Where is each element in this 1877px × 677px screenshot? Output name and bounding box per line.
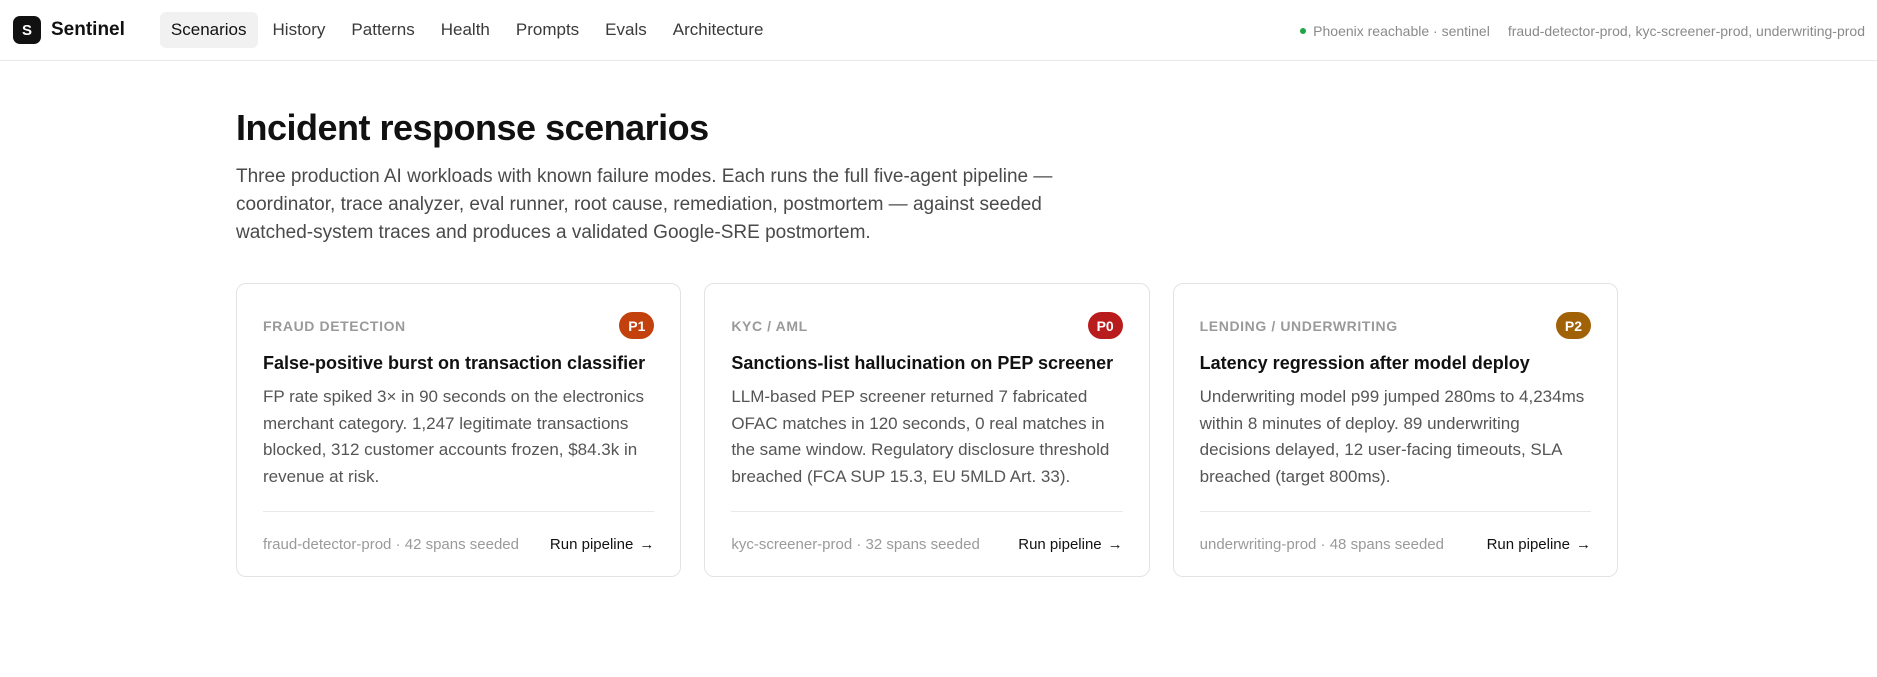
tab-prompts[interactable]: Prompts [505, 12, 590, 48]
tab-evals[interactable]: Evals [594, 12, 658, 48]
scenario-category: KYC / AML [731, 317, 808, 334]
scenario-description: LLM-based PEP screener returned 7 fabric… [731, 387, 1110, 486]
connection-status: Phoenix reachable · sentinel fraud-detec… [1300, 0, 1865, 61]
scenario-description: Underwriting model p99 jumped 280ms to 4… [1199, 387, 1585, 486]
arrow-right-icon: → [1107, 535, 1123, 553]
scenario-footer: kyc-screener-prod · 32 spans seeded Run … [731, 511, 1123, 576]
severity-badge: P0 [1087, 312, 1123, 339]
tab-scenarios[interactable]: Scenarios [159, 12, 258, 48]
run-pipeline-button[interactable]: Run pipeline → [1018, 536, 1122, 553]
scenario-meta: kyc-screener-prod · 32 spans seeded [731, 535, 980, 553]
page-title: Incident response scenarios [236, 107, 709, 148]
scenario-footer: underwriting-prod · 48 spans seeded Run … [1199, 511, 1591, 576]
tab-health[interactable]: Health [430, 12, 501, 48]
tab-history[interactable]: History [262, 12, 337, 48]
scenario-footer: fraud-detector-prod · 42 spans seeded Ru… [263, 511, 655, 576]
scenario-meta: fraud-detector-prod · 42 spans seeded [263, 535, 519, 553]
arrow-right-icon: → [639, 535, 655, 553]
brand[interactable]: S Sentinel [13, 16, 125, 44]
brand-name: Sentinel [51, 19, 125, 40]
main-content: Incident response scenarios Three produc… [236, 108, 1641, 577]
run-pipeline-button[interactable]: Run pipeline → [1487, 536, 1591, 553]
main-nav: Scenarios History Patterns Health Prompt… [159, 12, 779, 48]
scenario-title: Sanctions-list hallucination on PEP scre… [731, 353, 1114, 373]
project-list: fraud-detector-prod, kyc-screener-prod, … [1507, 22, 1865, 39]
scenario-card-fraud-detection: FRAUD DETECTION P1 False-positive burst … [236, 283, 682, 577]
severity-badge: P2 [1555, 312, 1591, 339]
scenario-title: False-positive burst on transaction clas… [263, 353, 646, 373]
run-pipeline-label: Run pipeline [1486, 535, 1570, 553]
run-pipeline-label: Run pipeline [549, 535, 634, 553]
status-text: Phoenix reachable · sentinel [1313, 22, 1490, 39]
status-dot-icon [1300, 27, 1307, 34]
scenario-title: Latency regression after model deploy [1199, 353, 1530, 373]
page-description: Three production AI workloads with known… [236, 166, 1053, 243]
run-pipeline-button[interactable]: Run pipeline → [550, 536, 654, 553]
scenario-category: LENDING / UNDERWRITING [1199, 317, 1398, 334]
tab-architecture[interactable]: Architecture [662, 12, 775, 48]
severity-badge: P1 [619, 312, 655, 339]
scenario-card-lending-underwriting: LENDING / UNDERWRITING P2 Latency regres… [1172, 283, 1618, 577]
scenario-meta: underwriting-prod · 48 spans seeded [1199, 535, 1444, 553]
scenario-category: FRAUD DETECTION [263, 317, 406, 334]
arrow-right-icon: → [1575, 535, 1591, 553]
scenario-card-kyc-aml: KYC / AML P0 Sanctions-list hallucinatio… [704, 283, 1150, 577]
scenario-cards: FRAUD DETECTION P1 False-positive burst … [236, 283, 1641, 577]
brand-logo-icon: S [13, 16, 41, 44]
run-pipeline-label: Run pipeline [1018, 535, 1102, 553]
scenario-description: FP rate spiked 3× in 90 seconds on the e… [263, 387, 644, 486]
top-navigation-bar: S Sentinel Scenarios History Patterns He… [0, 0, 1877, 61]
tab-patterns[interactable]: Patterns [340, 12, 425, 48]
